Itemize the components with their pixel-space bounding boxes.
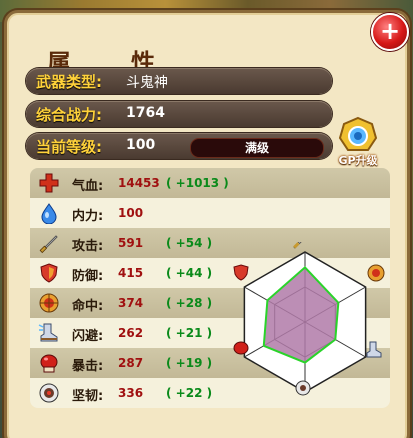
- level-bar: 当前等级: 100 满级: [26, 133, 332, 159]
- stat-name: 暴击:: [72, 359, 104, 374]
- weapon-type-value: 斗鬼神: [126, 75, 168, 91]
- plus-icon: +: [379, 17, 401, 45]
- stat-value: 415: [118, 266, 144, 280]
- target-icon: [39, 293, 59, 313]
- water-drop-icon: [41, 203, 57, 224]
- stat-name: 命中:: [72, 299, 104, 314]
- level-progress-bar: 满级: [190, 138, 324, 158]
- gp-upgrade-button[interactable]: GP升级: [332, 116, 384, 168]
- stat-bonus: ( +19 ): [166, 356, 213, 370]
- stat-row-mp: 内力: 100: [30, 198, 390, 228]
- stat-value: 374: [118, 296, 144, 310]
- radar-sword-icon: [293, 242, 302, 249]
- stat-bonus: ( +44 ): [166, 266, 213, 280]
- stat-value: 100: [118, 206, 144, 220]
- stat-bonus: ( +54 ): [166, 236, 213, 250]
- stat-value: 591: [118, 236, 144, 250]
- weapon-type-label: 武器类型:: [36, 73, 102, 91]
- stat-bonus: ( +21 ): [166, 326, 213, 340]
- boxing-glove-icon: [40, 354, 58, 373]
- stat-row-hp: 气血: 14453 ( +1013 ): [30, 168, 390, 198]
- radar-armor-icon: [295, 380, 311, 396]
- stat-value: 336: [118, 386, 144, 400]
- stat-name: 闪避:: [72, 329, 104, 344]
- combat-power-label: 综合战力:: [36, 106, 102, 124]
- radar-boot-icon: [366, 341, 382, 358]
- combat-power-value: 1764: [126, 105, 165, 121]
- game-scene: 属 性 + 武器类型: 斗鬼神 综合战力: 1764 当前等级: 100 满级 …: [0, 0, 413, 438]
- stat-name: 坚韧:: [72, 389, 104, 404]
- sword-icon: [39, 235, 58, 254]
- radar-target-icon: [367, 264, 385, 282]
- radar-glove-icon: [233, 341, 249, 355]
- stat-value: 287: [118, 356, 144, 370]
- stat-bonus: ( +22 ): [166, 386, 213, 400]
- armor-icon: [39, 383, 59, 403]
- shield-icon: [40, 263, 58, 283]
- stat-value: 262: [118, 326, 144, 340]
- stat-name: 防御:: [72, 269, 104, 284]
- close-button[interactable]: +: [371, 13, 409, 51]
- combat-power-bar: 综合战力: 1764: [26, 101, 332, 127]
- stat-bonus: ( +1013 ): [166, 176, 229, 190]
- max-level-text: 满级: [244, 141, 269, 155]
- stats-radar-chart: [233, 242, 385, 396]
- stat-name: 气血:: [72, 179, 104, 194]
- cross-hp-icon: [39, 173, 59, 193]
- stat-value: 14453: [118, 176, 160, 190]
- gp-upgrade-label: GP升级: [338, 154, 378, 167]
- level-label: 当前等级:: [36, 138, 102, 156]
- panel-header: 属 性: [17, 23, 397, 77]
- radar-shield-icon: [233, 264, 249, 281]
- level-value: 100: [126, 137, 156, 153]
- weapon-type-bar: 武器类型: 斗鬼神: [26, 68, 332, 94]
- stat-name: 攻击:: [72, 239, 104, 254]
- stat-bonus: ( +28 ): [166, 296, 213, 310]
- gp-crest-icon: [338, 116, 378, 151]
- boot-icon: [38, 323, 58, 342]
- stat-name: 内力:: [72, 209, 104, 224]
